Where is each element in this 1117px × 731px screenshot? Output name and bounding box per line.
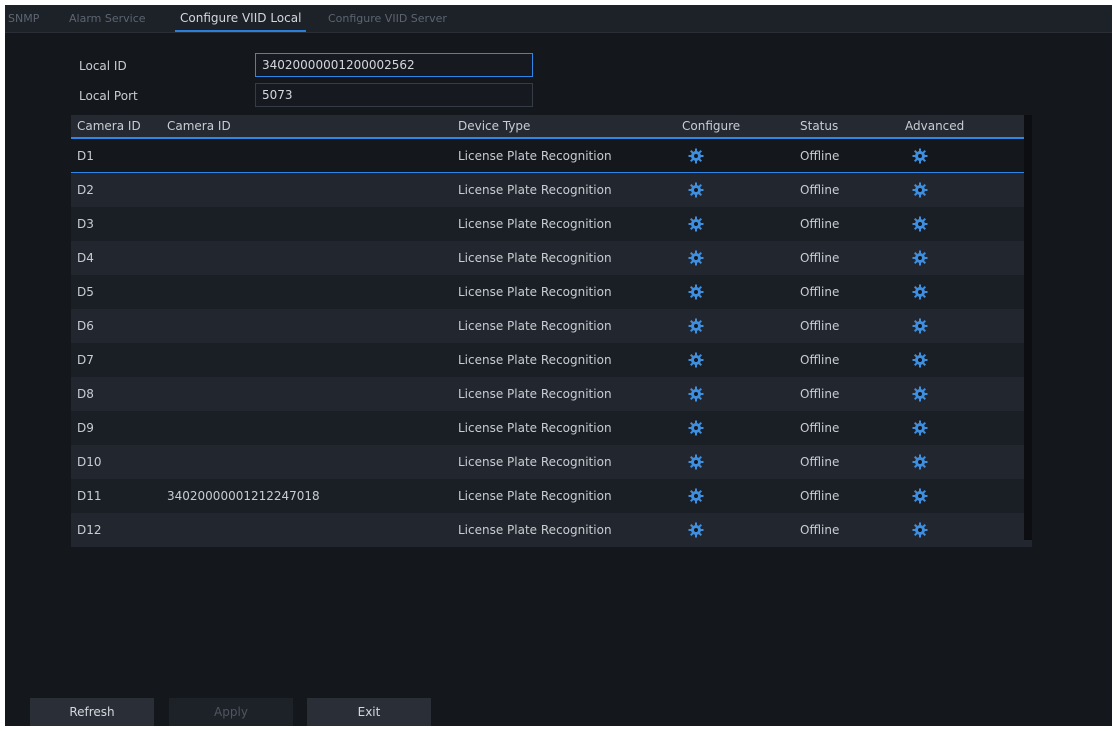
cell-device-type: License Plate Recognition bbox=[458, 523, 612, 537]
cell-status: Offline bbox=[800, 489, 840, 503]
cell-channel: D12 bbox=[77, 523, 102, 537]
local-id-input[interactable] bbox=[255, 53, 533, 77]
table-row[interactable]: D10 License Plate Recognition Offline bbox=[71, 445, 1032, 479]
table-row[interactable]: D4 License Plate Recognition Offline bbox=[71, 241, 1032, 275]
cell-status: Offline bbox=[800, 319, 840, 333]
tab-bar: SNMP Alarm Service Configure VIID Local … bbox=[5, 5, 1112, 33]
viid-local-screen: SNMP Alarm Service Configure VIID Local … bbox=[5, 5, 1112, 726]
cell-status: Offline bbox=[800, 217, 840, 231]
cell-device-type: License Plate Recognition bbox=[458, 387, 612, 401]
cell-channel: D8 bbox=[77, 387, 94, 401]
cell-device-type: License Plate Recognition bbox=[458, 149, 612, 163]
header-configure: Configure bbox=[682, 119, 741, 133]
configure-gear-icon[interactable] bbox=[688, 454, 704, 470]
cell-status: Offline bbox=[800, 149, 840, 163]
cell-device-type: License Plate Recognition bbox=[458, 285, 612, 299]
cell-status: Offline bbox=[800, 251, 840, 265]
exit-button[interactable]: Exit bbox=[307, 698, 431, 726]
tab-configure-viid-server[interactable]: Configure VIID Server bbox=[328, 5, 447, 32]
table-row[interactable]: D6 License Plate Recognition Offline bbox=[71, 309, 1032, 343]
cell-device-type: License Plate Recognition bbox=[458, 353, 612, 367]
cell-channel: D2 bbox=[77, 183, 94, 197]
configure-gear-icon[interactable] bbox=[688, 386, 704, 402]
table-header: Camera ID Camera ID Device Type Configur… bbox=[71, 115, 1032, 139]
camera-table: Camera ID Camera ID Device Type Configur… bbox=[71, 115, 1032, 547]
advanced-gear-icon[interactable] bbox=[912, 250, 928, 266]
cell-channel: D10 bbox=[77, 455, 102, 469]
cell-status: Offline bbox=[800, 353, 840, 367]
table-row[interactable]: D5 License Plate Recognition Offline bbox=[71, 275, 1032, 309]
table-row[interactable]: D7 License Plate Recognition Offline bbox=[71, 343, 1032, 377]
apply-button[interactable]: Apply bbox=[169, 698, 293, 726]
cell-status: Offline bbox=[800, 183, 840, 197]
advanced-gear-icon[interactable] bbox=[912, 488, 928, 504]
local-port-label: Local Port bbox=[79, 89, 138, 103]
cell-camera-id: 34020000001212247018 bbox=[167, 489, 320, 503]
advanced-gear-icon[interactable] bbox=[912, 454, 928, 470]
cell-channel: D11 bbox=[77, 489, 102, 503]
cell-device-type: License Plate Recognition bbox=[458, 421, 612, 435]
cell-channel: D4 bbox=[77, 251, 94, 265]
configure-gear-icon[interactable] bbox=[688, 148, 704, 164]
header-device-type: Device Type bbox=[458, 119, 531, 133]
configure-gear-icon[interactable] bbox=[688, 488, 704, 504]
advanced-gear-icon[interactable] bbox=[912, 420, 928, 436]
configure-gear-icon[interactable] bbox=[688, 352, 704, 368]
advanced-gear-icon[interactable] bbox=[912, 284, 928, 300]
refresh-button[interactable]: Refresh bbox=[30, 698, 154, 726]
header-status: Status bbox=[800, 119, 839, 133]
configure-gear-icon[interactable] bbox=[688, 522, 704, 538]
table-row[interactable]: D12 License Plate Recognition Offline bbox=[71, 513, 1032, 547]
advanced-gear-icon[interactable] bbox=[912, 182, 928, 198]
advanced-gear-icon[interactable] bbox=[912, 216, 928, 232]
tab-configure-viid-local[interactable]: Configure VIID Local bbox=[174, 5, 307, 32]
cell-channel: D5 bbox=[77, 285, 94, 299]
tab-alarm-service[interactable]: Alarm Service bbox=[69, 5, 146, 32]
cell-channel: D3 bbox=[77, 217, 94, 231]
configure-gear-icon[interactable] bbox=[688, 420, 704, 436]
cell-status: Offline bbox=[800, 421, 840, 435]
cell-status: Offline bbox=[800, 285, 840, 299]
header-advanced: Advanced bbox=[905, 119, 965, 133]
cell-device-type: License Plate Recognition bbox=[458, 455, 612, 469]
table-scrollbar[interactable] bbox=[1024, 115, 1032, 540]
advanced-gear-icon[interactable] bbox=[912, 352, 928, 368]
table-row[interactable]: D1 License Plate Recognition Offline bbox=[71, 139, 1032, 173]
cell-device-type: License Plate Recognition bbox=[458, 183, 612, 197]
cell-channel: D7 bbox=[77, 353, 94, 367]
cell-device-type: License Plate Recognition bbox=[458, 217, 612, 231]
configure-gear-icon[interactable] bbox=[688, 216, 704, 232]
table-row[interactable]: D11 34020000001212247018 License Plate Rec… bbox=[71, 479, 1032, 513]
cell-device-type: License Plate Recognition bbox=[458, 319, 612, 333]
local-id-label: Local ID bbox=[79, 59, 127, 73]
cell-channel: D9 bbox=[77, 421, 94, 435]
advanced-gear-icon[interactable] bbox=[912, 522, 928, 538]
advanced-gear-icon[interactable] bbox=[912, 148, 928, 164]
table-body: D1 License Plate Recognition Offline D2 Lice… bbox=[71, 139, 1032, 547]
configure-gear-icon[interactable] bbox=[688, 284, 704, 300]
configure-gear-icon[interactable] bbox=[688, 182, 704, 198]
advanced-gear-icon[interactable] bbox=[912, 318, 928, 334]
cell-channel: D1 bbox=[77, 149, 94, 163]
configure-gear-icon[interactable] bbox=[688, 250, 704, 266]
cell-status: Offline bbox=[800, 523, 840, 537]
table-row[interactable]: D9 License Plate Recognition Offline bbox=[71, 411, 1032, 445]
table-row[interactable]: D3 License Plate Recognition Offline bbox=[71, 207, 1032, 241]
cell-device-type: License Plate Recognition bbox=[458, 489, 612, 503]
cell-status: Offline bbox=[800, 387, 840, 401]
cell-channel: D6 bbox=[77, 319, 94, 333]
tab-snmp[interactable]: SNMP bbox=[8, 5, 39, 32]
table-row[interactable]: D2 License Plate Recognition Offline bbox=[71, 173, 1032, 207]
cell-device-type: License Plate Recognition bbox=[458, 251, 612, 265]
header-channel: Camera ID bbox=[77, 119, 141, 133]
configure-gear-icon[interactable] bbox=[688, 318, 704, 334]
cell-status: Offline bbox=[800, 455, 840, 469]
local-port-input[interactable] bbox=[255, 83, 533, 107]
table-row[interactable]: D8 License Plate Recognition Offline bbox=[71, 377, 1032, 411]
advanced-gear-icon[interactable] bbox=[912, 386, 928, 402]
header-camera-id: Camera ID bbox=[167, 119, 231, 133]
